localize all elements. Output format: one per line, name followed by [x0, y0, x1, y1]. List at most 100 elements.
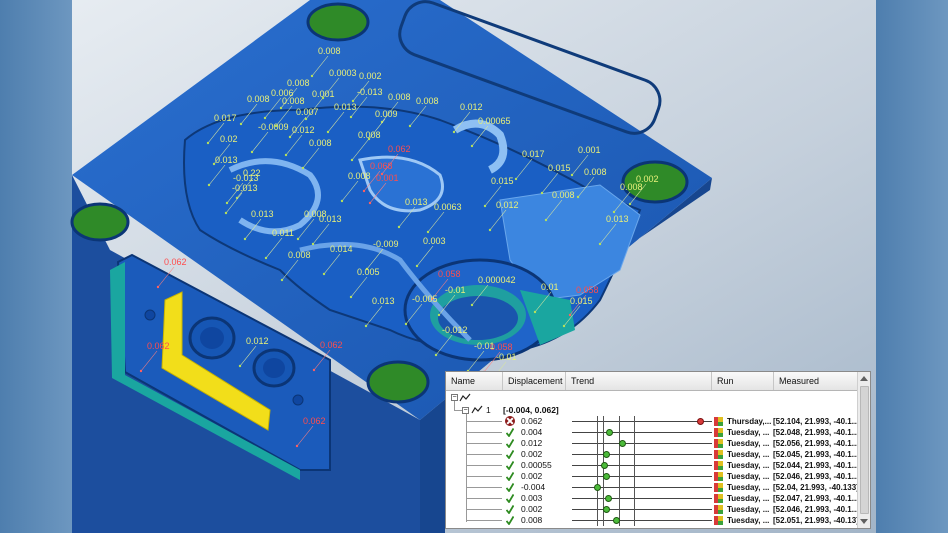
deviation-label-pass[interactable]: 0.013: [405, 197, 428, 207]
scroll-down-icon[interactable]: [860, 519, 868, 524]
trend-dot[interactable]: [618, 440, 626, 447]
measure-point[interactable]: [368, 201, 372, 205]
deviation-label-pass[interactable]: -0.01: [496, 352, 517, 362]
deviation-label-pass[interactable]: 0.008: [282, 96, 305, 106]
result-row[interactable]: 0.012 Tuesday, ... [52.056, 21.993, -40.1.…: [446, 438, 858, 449]
measure-point[interactable]: [612, 210, 616, 214]
measure-point[interactable]: [568, 313, 572, 317]
deviation-label-pass[interactable]: 0.015: [548, 163, 571, 173]
measure-point[interactable]: [239, 122, 243, 126]
deviation-label-pass[interactable]: 0.008: [552, 190, 575, 200]
measure-point[interactable]: [576, 195, 580, 199]
deviation-label-fail[interactable]: 0.001: [376, 173, 399, 183]
deviation-label-pass[interactable]: -0.005: [412, 294, 438, 304]
deviation-label-pass[interactable]: 0.013: [372, 296, 395, 306]
deviation-label-pass[interactable]: -0.013: [232, 183, 258, 193]
results-panel[interactable]: Name Displacement Trend Run Measured − −…: [445, 371, 871, 529]
measure-point[interactable]: [225, 201, 229, 205]
result-row[interactable]: 0.003 Tuesday, ... [52.047, 21.993, -40.1.…: [446, 493, 858, 504]
measure-point[interactable]: [540, 191, 544, 195]
trend-dot[interactable]: [603, 473, 611, 480]
deviation-label-pass[interactable]: 0.013: [215, 155, 238, 165]
tree-root-expander[interactable]: −: [451, 394, 458, 401]
deviation-label-pass[interactable]: 0.012: [246, 336, 269, 346]
measure-point[interactable]: [264, 256, 268, 260]
deviation-label-pass[interactable]: 0.008: [388, 92, 411, 102]
measure-point[interactable]: [280, 278, 284, 282]
deviation-label-pass[interactable]: 0.015: [570, 296, 593, 306]
deviation-label-fail[interactable]: 0.062: [164, 257, 187, 267]
deviation-label-pass[interactable]: 0.014: [330, 244, 353, 254]
deviation-label-fail[interactable]: 0.062: [388, 144, 411, 154]
deviation-label-pass[interactable]: 0.00065: [478, 116, 511, 126]
measure-point[interactable]: [437, 313, 441, 317]
measure-point[interactable]: [349, 295, 353, 299]
deviation-label-fail[interactable]: 0.068: [370, 161, 393, 171]
deviation-label-pass[interactable]: 0.013: [334, 102, 357, 112]
deviation-label-pass[interactable]: 0.008: [358, 130, 381, 140]
trend-dot[interactable]: [696, 418, 704, 425]
deviation-label-pass[interactable]: 0.0063: [434, 202, 462, 212]
measure-point[interactable]: [263, 116, 267, 120]
deviation-label-pass[interactable]: 0.008: [288, 250, 311, 260]
trend-dot[interactable]: [606, 429, 614, 436]
deviation-label-pass[interactable]: -0.012: [442, 325, 468, 335]
deviation-label-pass[interactable]: 0.013: [251, 209, 274, 219]
measure-point[interactable]: [470, 144, 474, 148]
measure-point[interactable]: [452, 130, 456, 134]
measure-point[interactable]: [364, 324, 368, 328]
trend-dot[interactable]: [604, 495, 612, 502]
deviation-label-pass[interactable]: 0.008: [304, 209, 327, 219]
deviation-label-pass[interactable]: 0.008: [348, 171, 371, 181]
measure-point[interactable]: [628, 202, 632, 206]
deviation-label-pass[interactable]: 0.01: [541, 282, 559, 292]
deviation-label-pass[interactable]: 0.002: [359, 71, 382, 81]
vertical-scrollbar[interactable]: [857, 372, 870, 528]
scroll-thumb[interactable]: [860, 386, 869, 514]
deviation-label-pass[interactable]: -0.009: [373, 239, 399, 249]
result-row[interactable]: 0.002 Tuesday, ... [52.046, 21.993, -40.1.…: [446, 504, 858, 515]
deviation-label-pass[interactable]: 0.008: [247, 94, 270, 104]
measure-point[interactable]: [340, 199, 344, 203]
trend-dot[interactable]: [612, 517, 620, 524]
measure-point[interactable]: [288, 135, 292, 139]
measure-point[interactable]: [156, 285, 160, 289]
result-row[interactable]: 0.008 Tuesday, ... [52.051, 21.993, -40.13…: [446, 515, 859, 526]
deviation-label-pass[interactable]: -0.013: [357, 87, 383, 97]
deviation-label-pass[interactable]: 0.008: [584, 167, 607, 177]
deviation-label-pass[interactable]: -0.01: [445, 285, 466, 295]
measure-point[interactable]: [426, 230, 430, 234]
deviation-label-pass[interactable]: 0.011: [272, 228, 294, 238]
measure-point[interactable]: [349, 115, 353, 119]
deviation-label-pass[interactable]: -0.0009: [258, 122, 289, 132]
deviation-label-pass[interactable]: 0.008: [287, 78, 310, 88]
col-trend[interactable]: Trend: [566, 372, 712, 390]
deviation-label-pass[interactable]: 0.0003: [329, 68, 357, 78]
measure-point[interactable]: [284, 153, 288, 157]
deviation-label-pass[interactable]: 0.017: [214, 113, 237, 123]
deviation-label-pass[interactable]: -0.01: [474, 341, 495, 351]
measure-point[interactable]: [404, 322, 408, 326]
tree-group-expander[interactable]: −: [462, 407, 469, 414]
deviation-label-pass[interactable]: 0.017: [522, 149, 545, 159]
deviation-label-fail[interactable]: 0.062: [303, 416, 326, 426]
result-row[interactable]: 0.002 Tuesday, ... [52.045, 21.993, -40.1.…: [446, 449, 858, 460]
measure-point[interactable]: [350, 158, 354, 162]
measure-point[interactable]: [483, 204, 487, 208]
result-row[interactable]: 0.002 Tuesday, ... [52.046, 21.993, -40.1.…: [446, 471, 858, 482]
col-run[interactable]: Run: [712, 372, 774, 390]
deviation-label-pass[interactable]: 0.003: [423, 236, 446, 246]
measure-point[interactable]: [238, 364, 242, 368]
measure-point[interactable]: [408, 124, 412, 128]
measure-point[interactable]: [514, 177, 518, 181]
measure-point[interactable]: [207, 183, 211, 187]
deviation-label-pass[interactable]: 0.008: [309, 138, 332, 148]
measure-point[interactable]: [301, 166, 305, 170]
measure-point[interactable]: [250, 150, 254, 154]
measure-point[interactable]: [311, 242, 315, 246]
col-displacement[interactable]: Displacement: [503, 372, 566, 390]
deviation-label-fail[interactable]: 0.062: [147, 341, 170, 351]
trend-dot[interactable]: [593, 484, 601, 491]
measure-point[interactable]: [570, 173, 574, 177]
deviation-label-fail[interactable]: 0.058: [576, 285, 599, 295]
